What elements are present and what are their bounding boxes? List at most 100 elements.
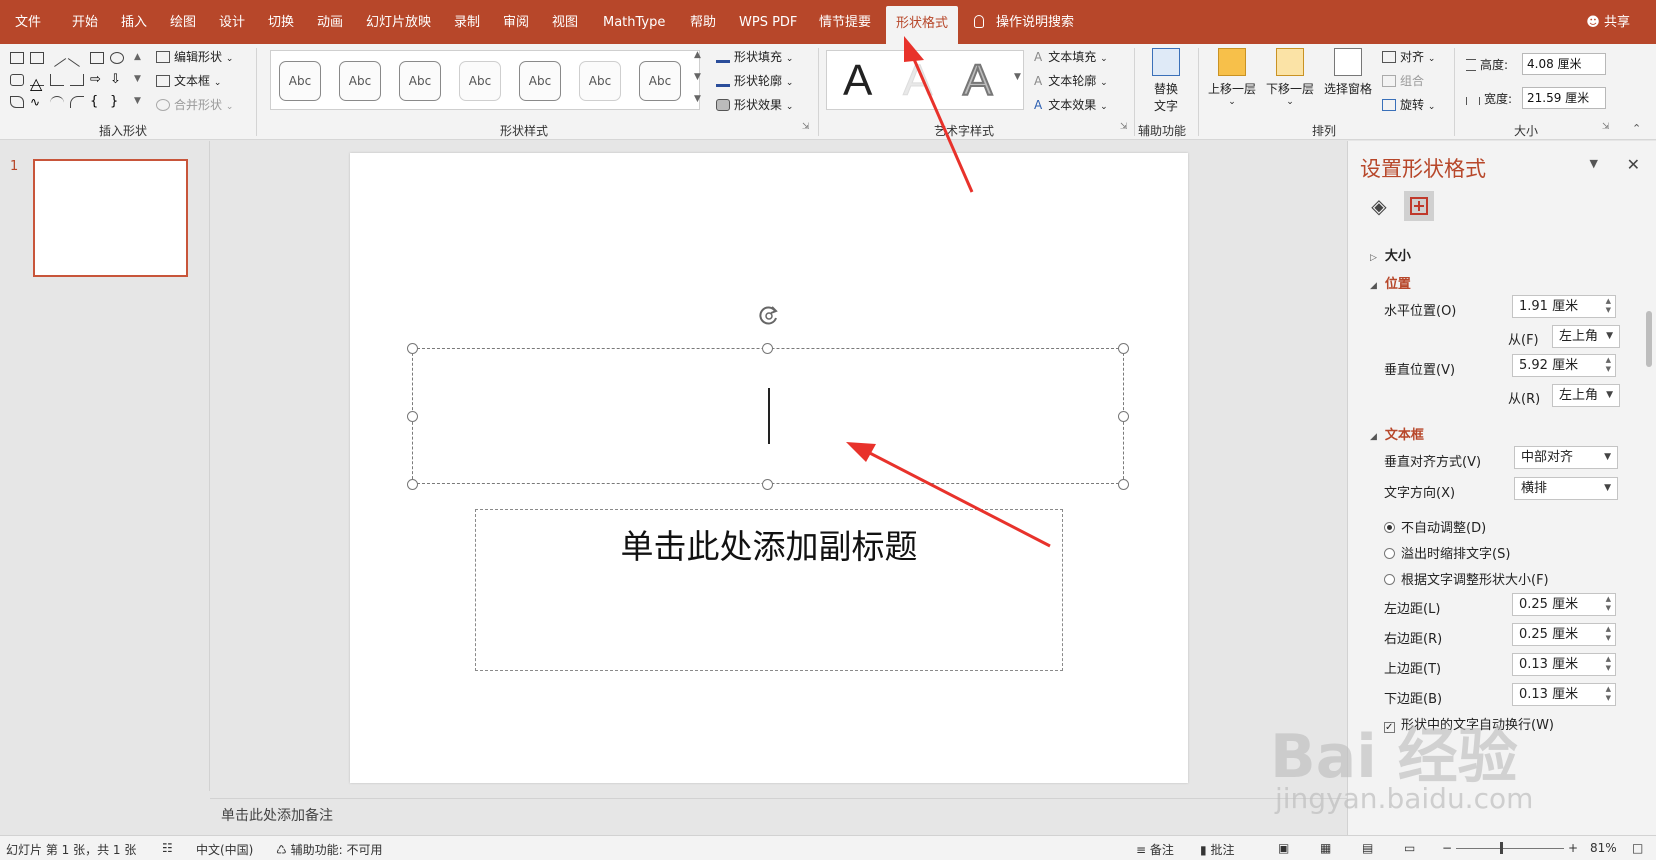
arc-shape-icon[interactable] bbox=[50, 96, 64, 108]
line-shape-icon[interactable] bbox=[47, 49, 67, 67]
tab-record[interactable]: 录制 bbox=[454, 0, 480, 44]
right-margin-input[interactable]: 0.25 厘米 ▲ ▼ bbox=[1512, 623, 1616, 646]
resize-handle[interactable] bbox=[762, 479, 773, 490]
curve-shape-icon[interactable] bbox=[70, 96, 84, 108]
tab-review[interactable]: 审阅 bbox=[503, 0, 529, 44]
shape-style-preset[interactable]: Abc bbox=[339, 61, 381, 101]
text-effects-button[interactable]: A 文本效果 ⌄ bbox=[1034, 96, 1108, 113]
oval-shape-icon[interactable] bbox=[110, 52, 124, 64]
autofit-none-radio[interactable]: 不自动调整(D) bbox=[1384, 517, 1486, 536]
slide[interactable]: 单击此处添加副标题 bbox=[350, 153, 1188, 783]
shape-effects-button[interactable]: 形状效果 ⌄ bbox=[716, 96, 793, 113]
shape-style-preset[interactable]: Abc bbox=[399, 61, 441, 101]
arrow-line-shape-icon[interactable] bbox=[67, 49, 87, 67]
tell-me-search[interactable]: 操作说明搜索 bbox=[974, 0, 1074, 46]
merge-shapes-button[interactable]: 合并形状 ⌄ bbox=[156, 96, 233, 113]
top-margin-input[interactable]: 0.13 厘米 ▲ ▼ bbox=[1512, 653, 1616, 676]
freeform-shape-icon[interactable] bbox=[10, 96, 24, 108]
vertical-align-dropdown[interactable]: 中部对齐 ▼ bbox=[1514, 446, 1618, 469]
text-direction-dropdown[interactable]: 横排 ▼ bbox=[1514, 477, 1618, 500]
position-section-header[interactable]: ◢ 位置 bbox=[1370, 273, 1411, 292]
left-brace-shape-icon[interactable]: { bbox=[90, 95, 104, 108]
shape-style-gallery[interactable]: Abc Abc Abc Abc Abc Abc Abc bbox=[270, 50, 700, 110]
alt-text-button[interactable]: 替换 文字 bbox=[1142, 48, 1190, 114]
size-section-header[interactable]: ▷ 大小 bbox=[1370, 245, 1411, 264]
wordart-preset[interactable]: A bbox=[962, 55, 993, 107]
fit-slide-icon[interactable]: □ bbox=[1632, 841, 1643, 855]
tab-help[interactable]: 帮助 bbox=[690, 0, 716, 44]
shape-outline-button[interactable]: 形状轮廓 ⌄ bbox=[716, 72, 793, 89]
horizontal-position-input[interactable]: 1.91 厘米 ▲ ▼ bbox=[1512, 295, 1616, 318]
bottom-margin-input[interactable]: 0.13 厘米 ▲ ▼ bbox=[1512, 683, 1616, 706]
tab-insert[interactable]: 插入 bbox=[121, 0, 147, 44]
right-brace-shape-icon[interactable]: } bbox=[110, 95, 124, 108]
text-fill-button[interactable]: A 文本填充 ⌄ bbox=[1034, 48, 1108, 65]
collapse-ribbon-button[interactable]: ⌃ bbox=[1632, 122, 1641, 135]
tab-home[interactable]: 开始 bbox=[72, 0, 98, 44]
tab-shape-format[interactable]: 形状格式 bbox=[886, 6, 959, 44]
from-horizontal-dropdown[interactable]: 左上角 ▼ bbox=[1552, 325, 1620, 348]
resize-handle[interactable] bbox=[1118, 343, 1129, 354]
language-indicator[interactable]: 中文(中国) bbox=[196, 841, 253, 858]
notes-toggle-button[interactable]: ≡ 备注 bbox=[1136, 841, 1174, 858]
slide-sorter-view-icon[interactable]: ▦ bbox=[1320, 841, 1331, 855]
group-button[interactable]: 组合 bbox=[1382, 72, 1424, 89]
normal-view-icon[interactable]: ▣ bbox=[1278, 841, 1289, 855]
wordart-preset[interactable]: A bbox=[902, 55, 932, 107]
subtitle-placeholder[interactable]: 单击此处添加副标题 bbox=[475, 509, 1063, 671]
down-arrow-shape-icon[interactable]: ⇩ bbox=[110, 73, 124, 86]
rounded-rect-shape-icon[interactable] bbox=[10, 74, 24, 86]
text-outline-button[interactable]: A 文本轮廓 ⌄ bbox=[1034, 72, 1108, 89]
style-gallery-scroll-down[interactable]: ▼ bbox=[694, 72, 701, 82]
resize-handle[interactable] bbox=[1118, 411, 1129, 422]
zoom-slider[interactable] bbox=[1456, 848, 1564, 849]
style-gallery-more[interactable]: ▼ bbox=[694, 94, 701, 104]
comments-button[interactable]: ▮ 批注 bbox=[1200, 841, 1234, 858]
tab-storyboard[interactable]: 情节提要 bbox=[819, 0, 871, 44]
wordart-preset[interactable]: A bbox=[843, 55, 872, 107]
pane-scrollbar[interactable] bbox=[1646, 311, 1652, 367]
edit-shape-button[interactable]: 编辑形状 ⌄ bbox=[156, 48, 233, 65]
tab-draw[interactable]: 绘图 bbox=[170, 0, 196, 44]
tab-design[interactable]: 设计 bbox=[219, 0, 245, 44]
textbox-shape-icon[interactable] bbox=[10, 52, 24, 64]
shape-style-preset[interactable]: Abc bbox=[639, 61, 681, 101]
fill-line-tab-icon[interactable]: ◈ bbox=[1364, 191, 1394, 221]
pane-options-chevron-icon[interactable]: ▼ bbox=[1590, 157, 1598, 170]
height-input[interactable]: 4.08 厘米 bbox=[1522, 53, 1606, 75]
tab-file[interactable]: 文件 bbox=[15, 0, 41, 44]
zoom-out-button[interactable]: − bbox=[1442, 841, 1452, 855]
width-input[interactable]: 21.59 厘米 bbox=[1522, 87, 1606, 109]
send-backward-button[interactable]: 下移一层 ⌄ bbox=[1262, 48, 1318, 107]
elbow-arrow-shape-icon[interactable] bbox=[70, 74, 84, 86]
resize-handle[interactable] bbox=[407, 411, 418, 422]
wordart-gallery-scroll[interactable]: ▼ bbox=[1014, 72, 1021, 82]
shape-style-preset[interactable]: Abc bbox=[279, 61, 321, 101]
notes-pane[interactable]: 单击此处添加备注 bbox=[210, 798, 1347, 828]
bring-forward-button[interactable]: 上移一层 ⌄ bbox=[1204, 48, 1260, 107]
right-arrow-shape-icon[interactable]: ⇨ bbox=[90, 73, 104, 86]
left-margin-input[interactable]: 0.25 厘米 ▲ ▼ bbox=[1512, 593, 1616, 616]
shape-styles-dialog-launcher[interactable]: ⇲ bbox=[802, 122, 810, 132]
tab-animations[interactable]: 动画 bbox=[317, 0, 343, 44]
textbox-button[interactable]: 文本框 ⌄ bbox=[156, 72, 221, 89]
rotate-button[interactable]: 旋转 ⌄ bbox=[1382, 96, 1435, 113]
textbox-section-header[interactable]: ◢ 文本框 bbox=[1370, 424, 1424, 443]
resize-handle[interactable] bbox=[407, 343, 418, 354]
zoom-level[interactable]: 81% bbox=[1590, 841, 1617, 855]
zoom-in-button[interactable]: + bbox=[1568, 841, 1578, 855]
rotate-handle-icon[interactable] bbox=[758, 305, 780, 327]
spell-check-icon[interactable]: ☷ bbox=[162, 841, 173, 855]
slide-thumbnail[interactable] bbox=[33, 159, 188, 277]
zoom-slider-thumb[interactable] bbox=[1500, 842, 1503, 854]
vertical-textbox-shape-icon[interactable] bbox=[30, 52, 44, 64]
tab-slideshow[interactable]: 幻灯片放映 bbox=[366, 0, 431, 44]
shape-gallery[interactable]: △ ⇨ ⇩ ∿ { } bbox=[8, 49, 138, 110]
resize-handle[interactable] bbox=[407, 479, 418, 490]
style-gallery-scroll-up[interactable]: ▲ bbox=[694, 50, 701, 60]
shape-style-preset[interactable]: Abc bbox=[459, 61, 501, 101]
share-button[interactable]: ☻ 共享 bbox=[1586, 0, 1630, 46]
shape-gallery-scroll-down[interactable]: ▼ bbox=[134, 74, 141, 84]
resize-handle[interactable] bbox=[762, 343, 773, 354]
autofit-shrink-radio[interactable]: 溢出时缩排文字(S) bbox=[1384, 543, 1510, 562]
